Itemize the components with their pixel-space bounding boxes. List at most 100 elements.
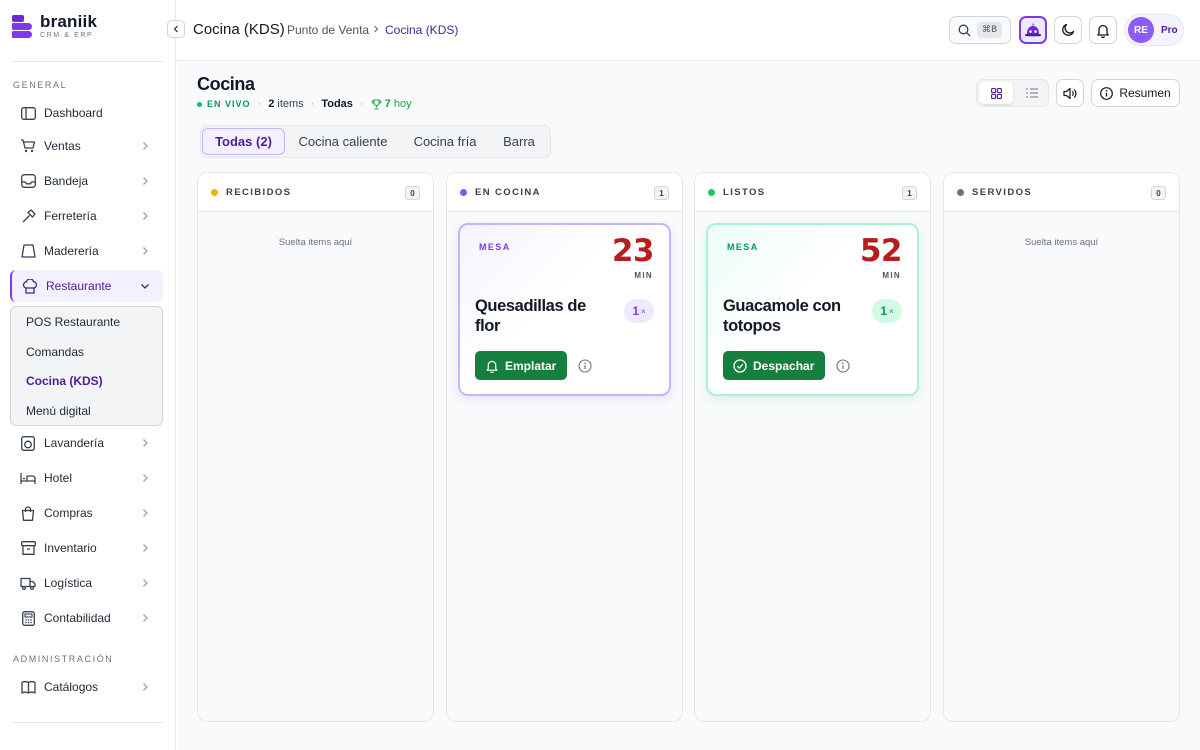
sidebar-item-label: Lavandería (44, 436, 105, 450)
breadcrumb-chevron-icon (374, 25, 379, 33)
brand-subtitle: CRM & ERP (40, 32, 94, 39)
status-dot (211, 188, 218, 196)
sidebar-item-label: Dashboard (44, 106, 103, 120)
breadcrumb-punto-de-venta[interactable]: Punto de Venta (287, 23, 369, 37)
column-count: 0 (405, 186, 420, 200)
trophy-icon (371, 98, 381, 110)
sidebar-item-ferreteria[interactable]: Ferretería (10, 200, 163, 232)
chevron-left-icon (173, 25, 178, 33)
quantity-suffix: × (889, 306, 894, 316)
bell-icon (486, 360, 498, 373)
meta-separator: · (257, 98, 262, 110)
column-title: SERVIDOS (972, 186, 1033, 198)
sidebar-item-ventas[interactable]: Ventas (10, 130, 163, 162)
sidebar-item-hotel[interactable]: Hotel (10, 462, 163, 494)
collapse-sidebar-button[interactable] (167, 20, 185, 38)
ticket-timer: 23 (611, 233, 655, 269)
info-icon (1100, 86, 1114, 100)
drop-zone-hint[interactable]: Suelta items aquí (198, 237, 433, 248)
brand-logo[interactable]: braniik CRM & ERP (12, 13, 97, 39)
kitchen-title: Cocina (197, 74, 255, 94)
sidebar-item-label: Ferretería (44, 209, 97, 223)
today-stat: 7 hoy (371, 98, 412, 110)
sidebar-item-bandeja[interactable]: Bandeja (10, 165, 163, 197)
chevron-right-icon (143, 509, 148, 517)
sidebar-item-catalogos[interactable]: Catálogos (10, 671, 163, 703)
sound-toggle-button[interactable] (1056, 79, 1084, 107)
plate-button[interactable]: Emplatar (475, 351, 568, 380)
column-header: SERVIDOS 0 (944, 173, 1179, 212)
submenu-item-pos-restaurante[interactable]: POS Restaurante (26, 315, 120, 329)
ticket-info-icon[interactable] (836, 359, 850, 373)
top-bar: Cocina (KDS) Punto de Venta Cocina (KDS)… (167, 0, 1200, 61)
cart-icon (20, 138, 36, 154)
sidebar-item-label: Hotel (44, 471, 73, 485)
search-button[interactable]: ⌘B (949, 16, 1011, 44)
sidebar-item-contabilidad[interactable]: Contabilidad (10, 602, 163, 634)
chevron-right-icon (143, 177, 148, 185)
chevron-right-icon (143, 212, 148, 220)
tab-cocina-caliente[interactable]: Cocina caliente (287, 128, 399, 155)
sidebar-item-compras[interactable]: Compras (10, 497, 163, 529)
theme-toggle-button[interactable] (1054, 16, 1082, 44)
list-view-button[interactable] (1015, 82, 1048, 104)
sidebar-item-restaurante[interactable]: Restaurante (10, 270, 163, 302)
book-icon (20, 679, 36, 695)
tab-cocina-fria[interactable]: Cocina fría (402, 128, 488, 155)
sidebar: braniik CRM & ERP GENERAL Dashboard Vent… (0, 0, 176, 750)
kitchen-meta: EN VIVO · 2 items · Todas · 7 hoy (197, 98, 412, 110)
tab-todas[interactable]: Todas (2) (202, 128, 285, 155)
column-header: LISTOS 1 (695, 173, 930, 212)
chevron-down-icon (141, 284, 149, 289)
column-title: EN COCINA (475, 186, 541, 198)
column-title: LISTOS (723, 186, 766, 198)
notifications-button[interactable] (1089, 16, 1117, 44)
sidebar-item-label: Logística (44, 576, 93, 590)
drop-zone-hint[interactable]: Suelta items aquí (944, 237, 1179, 248)
column-recibidos: RECIBIDOS 0 Suelta items aquí (197, 172, 434, 722)
ticket-timer-unit: MIN (882, 271, 901, 280)
meta-separator: · (310, 98, 315, 110)
calculator-icon (20, 610, 36, 626)
submenu-item-cocina-kds[interactable]: Cocina (KDS) (26, 374, 103, 388)
today-label: hoy (393, 98, 412, 110)
sidebar-item-lavanderia[interactable]: Lavandería (10, 427, 163, 459)
avatar: RE (1128, 17, 1154, 43)
status-dot (460, 188, 467, 196)
user-menu[interactable]: RE Pro (1124, 14, 1184, 46)
column-servidos: SERVIDOS 0 Suelta items aquí (943, 172, 1180, 722)
ai-assistant-button[interactable] (1019, 16, 1047, 44)
sidebar-item-madereria[interactable]: Maderería (10, 235, 163, 267)
ticket-timer-unit: MIN (634, 271, 653, 280)
sidebar-item-logistica[interactable]: Logística (10, 567, 163, 599)
tab-barra[interactable]: Barra (491, 128, 547, 155)
chef-hat-icon (22, 278, 38, 294)
ticket-info-icon[interactable] (578, 359, 592, 373)
sidebar-item-dashboard[interactable]: Dashboard (10, 97, 163, 129)
sidebar-item-inventario[interactable]: Inventario (10, 532, 163, 564)
check-circle-icon (733, 358, 747, 373)
column-title: RECIBIDOS (226, 186, 292, 198)
submenu-item-comandas[interactable]: Comandas (26, 345, 84, 359)
dispatch-button-label: Despachar (753, 358, 815, 373)
order-ticket[interactable]: MESA 52 MIN Guacamole con totopos 1 × Des… (706, 223, 919, 396)
view-mode-toggle (976, 79, 1049, 107)
station-tabs: Todas (2) Cocina caliente Cocina fría Ba… (200, 125, 551, 158)
order-ticket[interactable]: MESA 23 MIN Quesadillas de flor 1 × Empla… (458, 223, 671, 396)
grid-view-button[interactable] (979, 82, 1013, 104)
robot-icon (1025, 23, 1041, 37)
breadcrumb-cocina-kds[interactable]: Cocina (KDS) (385, 23, 458, 37)
bell-icon (1097, 24, 1109, 38)
quantity-suffix: × (641, 306, 646, 316)
search-icon (958, 24, 971, 36)
ticket-table: MESA (727, 242, 759, 252)
ticket-table: MESA (479, 242, 511, 252)
submenu-item-menu-digital[interactable]: Menú digital (26, 404, 91, 418)
page-title: Cocina (KDS) (193, 21, 285, 38)
sidebar-item-label: Bandeja (44, 174, 89, 188)
dispatch-button[interactable]: Despachar (723, 351, 826, 380)
wood-icon (20, 243, 36, 259)
status-dot (957, 188, 964, 196)
sidebar-divider (12, 61, 163, 62)
summary-button[interactable]: Resumen (1091, 79, 1180, 107)
